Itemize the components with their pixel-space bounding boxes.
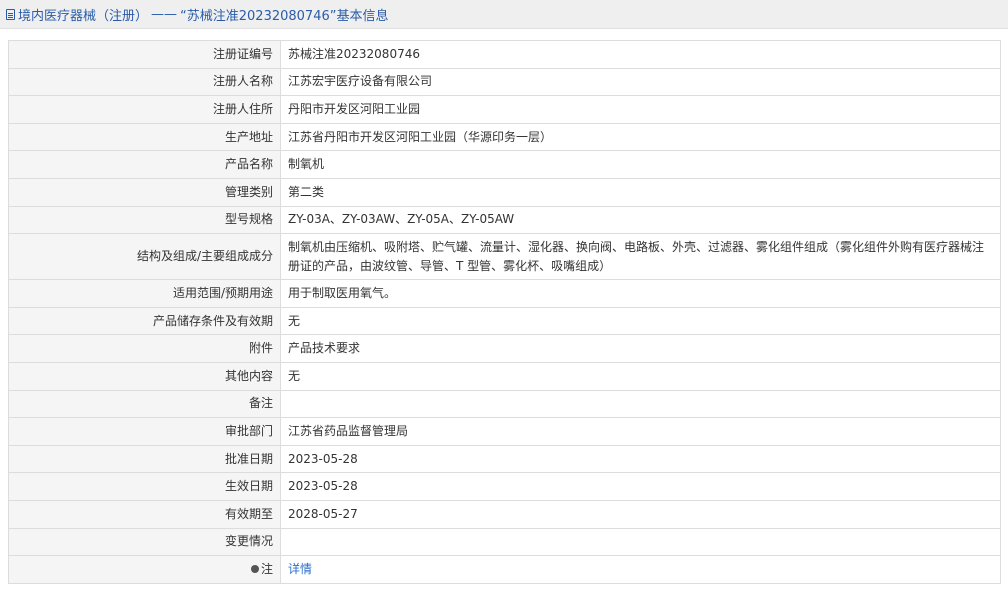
row-value-changes <box>280 527 1001 557</box>
table-row: 产品储存条件及有效期 无 <box>8 306 1001 336</box>
row-value-intended-use: 用于制取医用氧气。 <box>280 279 1001 308</box>
table-row: 其他内容 无 <box>8 361 1001 391</box>
table-row: 适用范围/预期用途 用于制取医用氧气。 <box>8 279 1001 308</box>
info-table-container: 注册证编号 苏械注准20232080746 注册人名称 江苏宏宇医疗设备有限公司… <box>8 40 1001 584</box>
row-label-remarks: 备注 <box>8 389 281 419</box>
row-label-attachment: 附件 <box>8 334 281 363</box>
row-value-management-category: 第二类 <box>280 177 1001 207</box>
row-label-registration-number: 注册证编号 <box>8 40 281 69</box>
table-row: 审批部门 江苏省药品监督管理局 <box>8 417 1001 446</box>
row-label-model-spec: 型号规格 <box>8 205 281 235</box>
table-row: 备注 <box>8 389 1001 419</box>
table-row: 注册人名称 江苏宏宇医疗设备有限公司 <box>8 67 1001 97</box>
info-table: 注册证编号 苏械注准20232080746 注册人名称 江苏宏宇医疗设备有限公司… <box>8 40 1001 584</box>
row-value-remarks <box>280 389 1001 419</box>
table-row: 附件 产品技术要求 <box>8 334 1001 363</box>
table-row: 注册人住所 丹阳市开发区河阳工业园 <box>8 95 1001 124</box>
table-row: 型号规格 ZY-03A、ZY-03AW、ZY-05A、ZY-05AW <box>8 205 1001 235</box>
row-value-production-address: 江苏省丹阳市开发区河阳工业园（华源印务一层） <box>280 122 1001 152</box>
details-link[interactable]: 详情 <box>288 562 312 576</box>
row-value-effective-date: 2023-05-28 <box>280 472 1001 501</box>
lightbulb-icon <box>250 564 259 573</box>
table-row: 注册证编号 苏械注准20232080746 <box>8 40 1001 69</box>
row-value-storage: 无 <box>280 306 1001 336</box>
table-row: 生产地址 江苏省丹阳市开发区河阳工业园（华源印务一层） <box>8 122 1001 152</box>
page-header: 境内医疗器械（注册） —— “苏械注准20232080746”基本信息 <box>0 0 1008 29</box>
header-title-prefix: 境内医疗器械（注册） <box>18 8 149 24</box>
row-label-storage: 产品储存条件及有效期 <box>8 306 281 336</box>
row-label-other: 其他内容 <box>8 361 281 391</box>
header-title-main: “苏械注准20232080746”基本信息 <box>180 8 389 24</box>
table-row: 生效日期 2023-05-28 <box>8 472 1001 501</box>
row-value-approval-date: 2023-05-28 <box>280 444 1001 474</box>
row-value-registrant-address: 丹阳市开发区河阳工业园 <box>280 95 1001 124</box>
row-value-approval-dept: 江苏省药品监督管理局 <box>280 417 1001 446</box>
table-row: 批准日期 2023-05-28 <box>8 444 1001 474</box>
header-separator: —— <box>151 6 178 22</box>
row-label-registrant-address: 注册人住所 <box>8 95 281 124</box>
row-label-registrant-name: 注册人名称 <box>8 67 281 97</box>
row-value-model-spec: ZY-03A、ZY-03AW、ZY-05A、ZY-05AW <box>280 205 1001 235</box>
table-row: 产品名称 制氧机 <box>8 150 1001 179</box>
note-label: 注 <box>260 561 273 576</box>
row-label-approval-date: 批准日期 <box>8 444 281 474</box>
row-label-effective-date: 生效日期 <box>8 472 281 501</box>
row-label-production-address: 生产地址 <box>8 122 281 152</box>
row-value-structure: 制氧机由压缩机、吸附塔、贮气罐、流量计、湿化器、换向阀、电路板、外壳、过滤器、雾… <box>280 233 1001 281</box>
row-label-structure: 结构及组成/主要组成成分 <box>8 233 281 281</box>
row-label-changes: 变更情况 <box>8 527 281 557</box>
row-label-valid-until: 有效期至 <box>8 499 281 529</box>
row-value-attachment: 产品技术要求 <box>280 334 1001 363</box>
row-value-valid-until: 2028-05-27 <box>280 499 1001 529</box>
row-label-product-name: 产品名称 <box>8 150 281 179</box>
row-value-product-name: 制氧机 <box>280 150 1001 179</box>
table-row: 变更情况 <box>8 527 1001 557</box>
table-row: 有效期至 2028-05-27 <box>8 499 1001 529</box>
row-value-registrant-name: 江苏宏宇医疗设备有限公司 <box>280 67 1001 97</box>
row-value-note: 详情 <box>280 555 1001 584</box>
table-row: 结构及组成/主要组成成分 制氧机由压缩机、吸附塔、贮气罐、流量计、湿化器、换向阀… <box>8 233 1001 281</box>
table-row: 管理类别 第二类 <box>8 177 1001 207</box>
row-label-management-category: 管理类别 <box>8 177 281 207</box>
row-label-approval-dept: 审批部门 <box>8 417 281 446</box>
document-icon <box>6 8 15 20</box>
row-value-other: 无 <box>280 361 1001 391</box>
row-label-intended-use: 适用范围/预期用途 <box>8 279 281 308</box>
row-label-note: 注 <box>8 555 281 584</box>
table-row: 注 详情 <box>8 555 1001 584</box>
row-value-registration-number: 苏械注准20232080746 <box>280 40 1001 69</box>
